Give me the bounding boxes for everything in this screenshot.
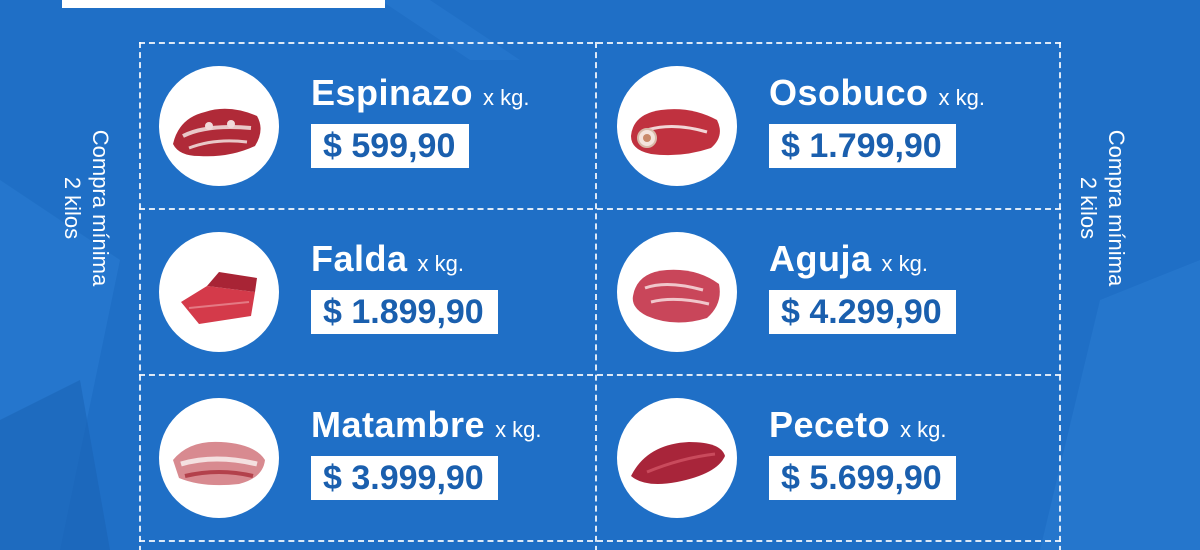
product-name: Peceto: [769, 404, 891, 445]
minimum-purchase-line1: Compra mínima: [88, 129, 113, 287]
falda-meat-icon: [159, 232, 279, 352]
product-price: $ 3.999,90: [311, 456, 498, 500]
product-card-matambre: Matambre x kg. $ 3.999,90: [139, 374, 595, 540]
grid-divider: [139, 540, 1061, 542]
top-banner-edge: [62, 0, 385, 8]
unit-label: x kg.: [495, 417, 542, 442]
product-price: $ 5.699,90: [769, 456, 956, 500]
product-price: $ 1.899,90: [311, 290, 498, 334]
unit-label: x kg.: [900, 417, 947, 442]
minimum-purchase-line2: 2 kilos: [60, 176, 85, 240]
product-price: $ 599,90: [311, 124, 470, 168]
unit-label: x kg.: [483, 85, 530, 110]
product-name: Aguja: [769, 238, 872, 279]
minimum-purchase-note-left: Compra mínima 2 kilos: [60, 98, 113, 318]
product-name: Matambre: [311, 404, 486, 445]
unit-label: x kg.: [417, 251, 464, 276]
product-card-osobuco: Osobuco x kg. $ 1.799,90: [597, 42, 1053, 208]
product-card-espinazo: Espinazo x kg. $ 599,90: [139, 42, 595, 208]
product-name: Espinazo: [311, 72, 474, 113]
peceto-meat-icon: [617, 398, 737, 518]
aguja-meat-icon: [617, 232, 737, 352]
product-price: $ 4.299,90: [769, 290, 956, 334]
grid-divider: [1059, 42, 1061, 550]
minimum-purchase-line1: Compra mínima: [1104, 129, 1129, 287]
matambre-meat-icon: [159, 398, 279, 518]
unit-label: x kg.: [881, 251, 928, 276]
product-card-peceto: Peceto x kg. $ 5.699,90: [597, 374, 1053, 540]
osobuco-meat-icon: [617, 66, 737, 186]
minimum-purchase-line2: 2 kilos: [1076, 176, 1101, 240]
minimum-purchase-note-right: Compra mínima 2 kilos: [1076, 98, 1129, 318]
unit-label: x kg.: [938, 85, 985, 110]
product-price: $ 1.799,90: [769, 124, 956, 168]
product-name: Osobuco: [769, 72, 929, 113]
product-card-falda: Falda x kg. $ 1.899,90: [139, 208, 595, 374]
espinazo-meat-icon: [159, 66, 279, 186]
product-card-aguja: Aguja x kg. $ 4.299,90: [597, 208, 1053, 374]
product-name: Falda: [311, 238, 408, 279]
price-grid: Espinazo x kg. $ 599,90 Osobuco x kg. $ 1.…: [139, 42, 1061, 550]
